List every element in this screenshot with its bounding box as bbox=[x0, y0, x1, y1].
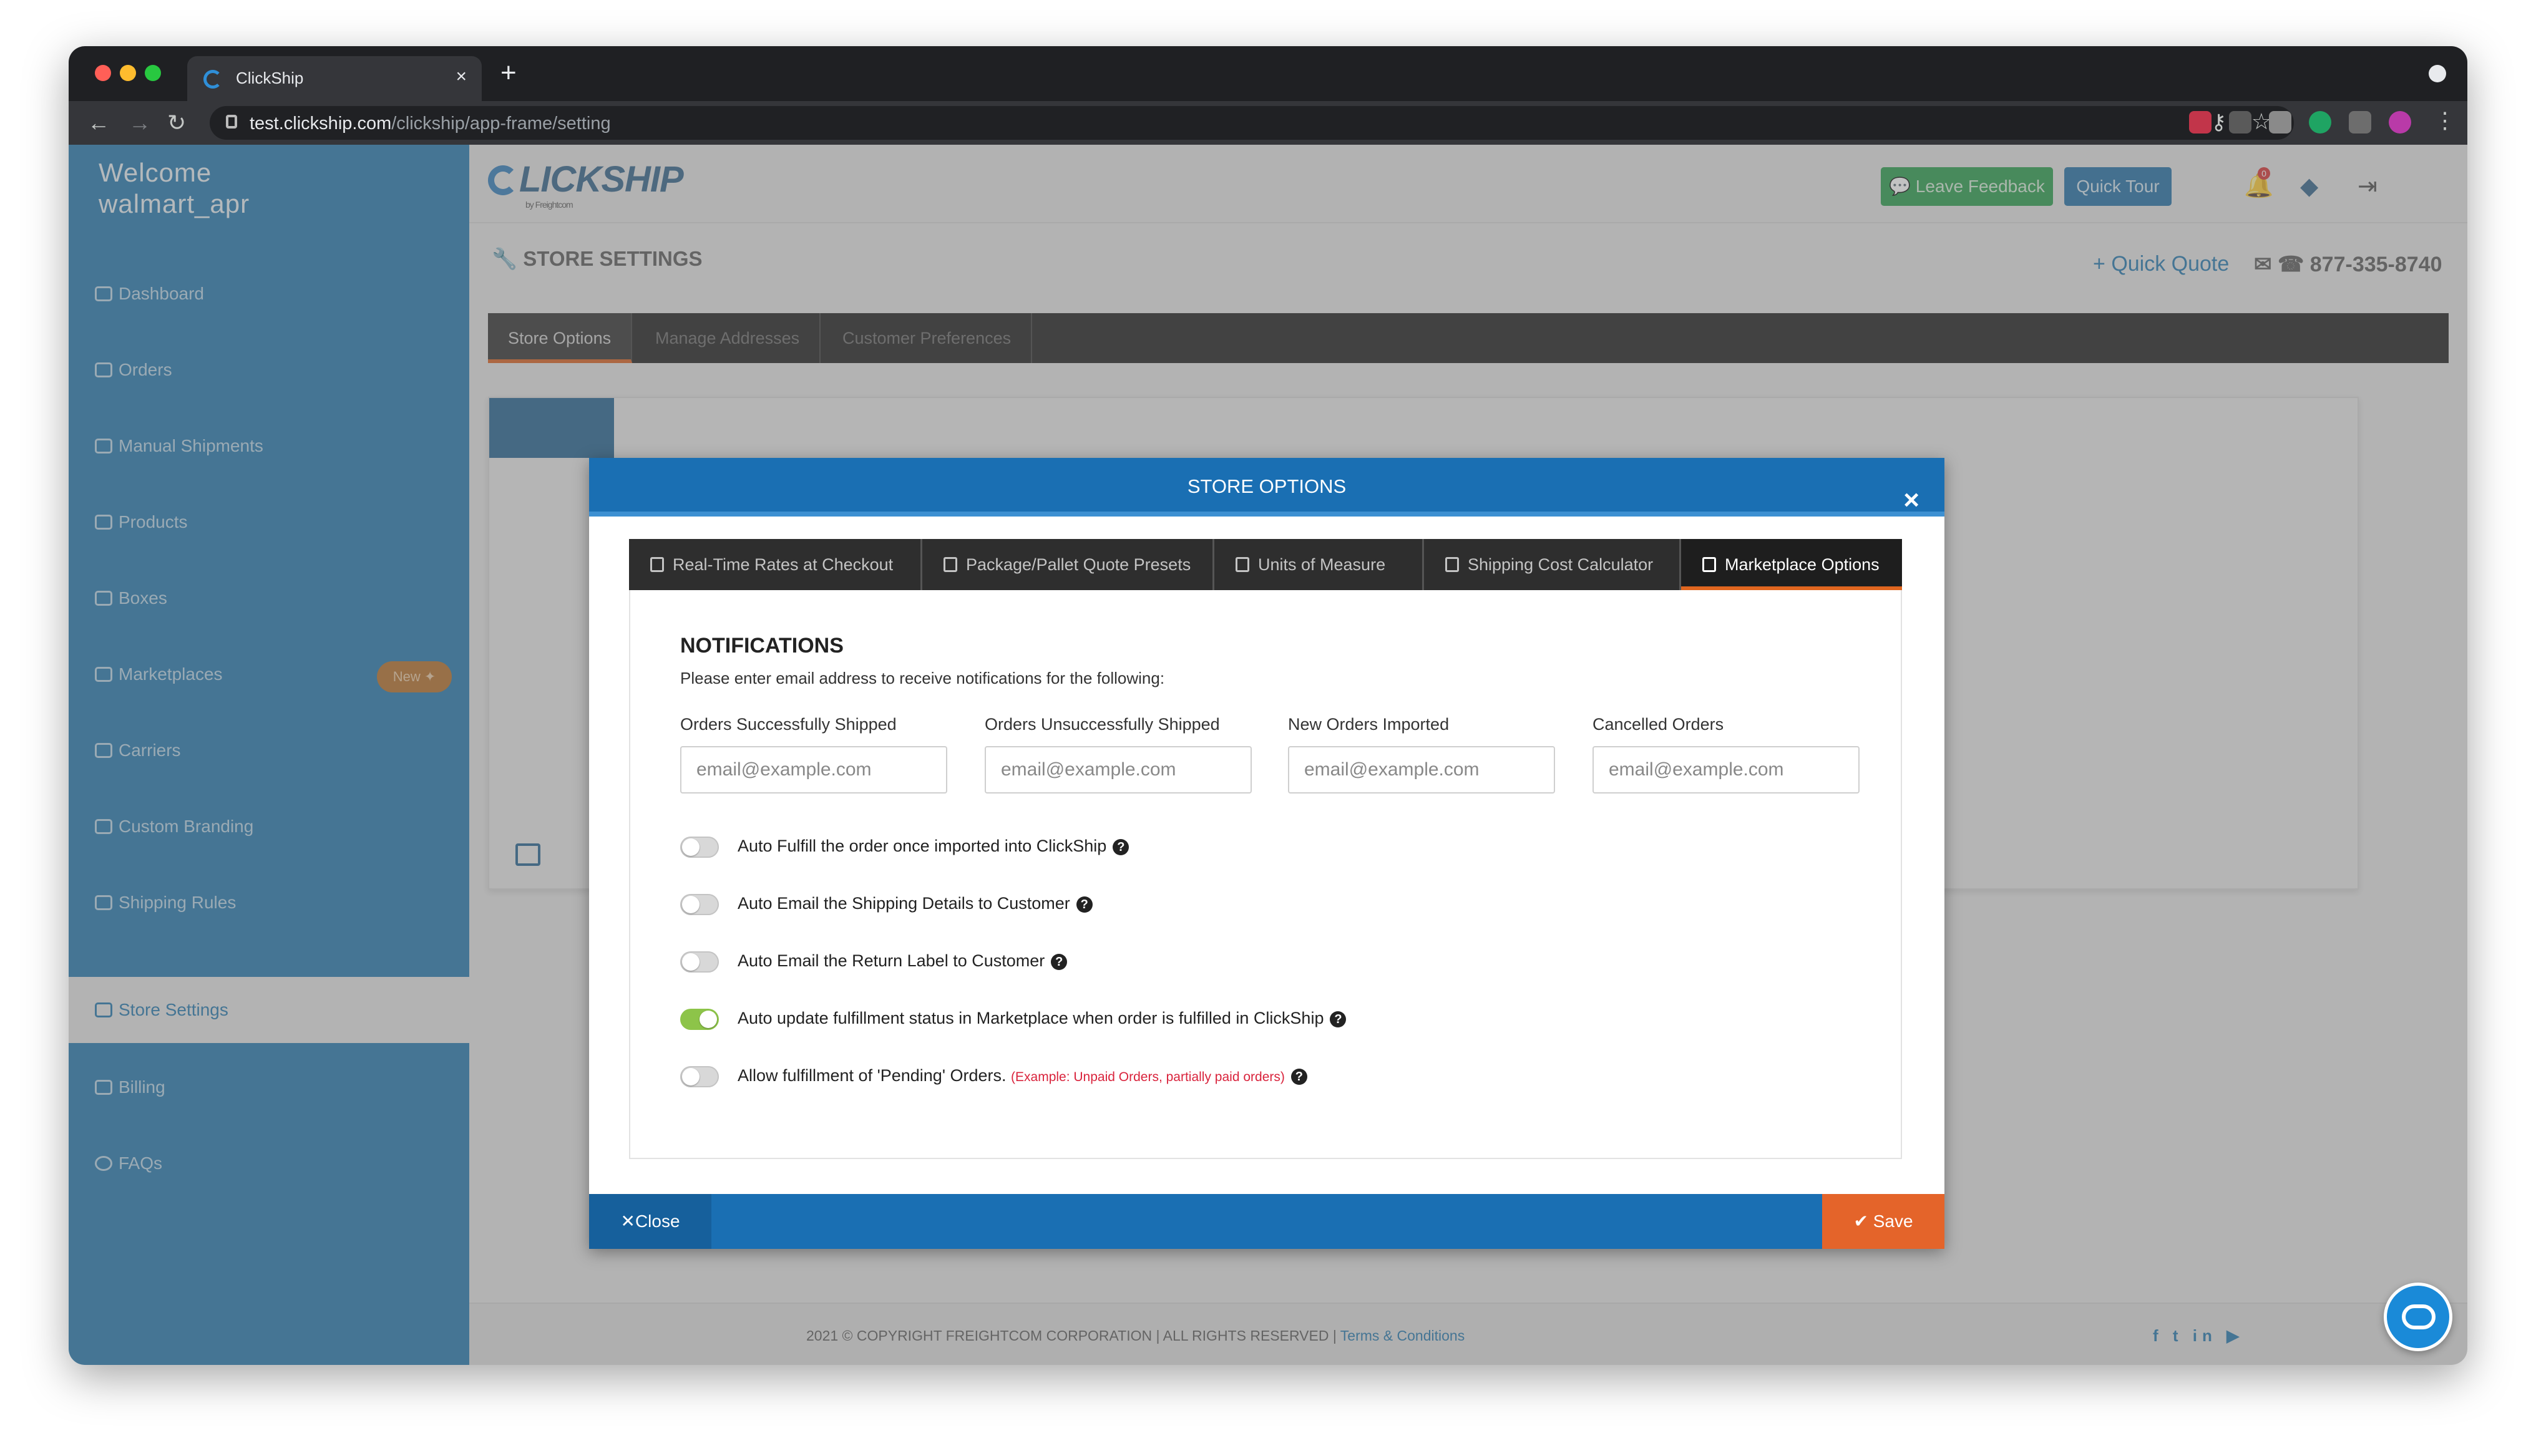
url-text: test.clickship.com/clickship/app-frame/s… bbox=[250, 114, 611, 134]
clickship-favicon-icon bbox=[203, 70, 222, 89]
store-options-modal: STORE OPTIONS × Real-Time Rates at Check… bbox=[589, 458, 1944, 1249]
browser-tab[interactable]: ClickShip × bbox=[187, 56, 482, 101]
tab-label: Marketplace Options bbox=[1725, 555, 1880, 574]
auto-fulfill-row: Auto Fulfill the order once imported int… bbox=[680, 833, 1129, 858]
tab-label: Real-Time Rates at Checkout bbox=[673, 555, 894, 574]
notifications-subtitle: Please enter email address to receive no… bbox=[680, 669, 1165, 687]
calculator-icon bbox=[1445, 557, 1459, 572]
toggle-label: Auto Email the Return Label to Customer bbox=[738, 951, 1045, 970]
profile-avatar-icon[interactable] bbox=[2389, 111, 2411, 133]
tab-shipping-cost-calculator[interactable]: Shipping Cost Calculator bbox=[1424, 539, 1681, 590]
help-icon[interactable]: ? bbox=[1290, 1068, 1307, 1085]
close-button[interactable]: ✕Close bbox=[589, 1194, 711, 1249]
allow-pending-toggle[interactable] bbox=[680, 1065, 719, 1087]
grammarly-extension-icon[interactable] bbox=[2309, 111, 2331, 133]
close-label: Close bbox=[635, 1211, 680, 1231]
tab-label: Package/Pallet Quote Presets bbox=[966, 555, 1191, 574]
pending-example-note: (Example: Unpaid Orders, partially paid … bbox=[1011, 1070, 1285, 1084]
document-icon bbox=[944, 557, 957, 572]
auto-email-return-row: Auto Email the Return Label to Customer? bbox=[680, 948, 1068, 973]
puzzle-extensions-icon[interactable] bbox=[2349, 111, 2371, 133]
save-label: Save bbox=[1873, 1211, 1913, 1231]
auto-update-status-toggle[interactable] bbox=[680, 1008, 719, 1030]
truck-icon bbox=[650, 557, 664, 572]
toggle-label: Auto Email the Shipping Details to Custo… bbox=[738, 894, 1070, 913]
tab-units-of-measure[interactable]: Units of Measure bbox=[1214, 539, 1424, 590]
modal-footer: ✕Close ✔ Save bbox=[589, 1194, 1944, 1249]
notifications-title: NOTIFICATIONS bbox=[680, 634, 844, 658]
document-icon bbox=[1702, 557, 1716, 572]
chat-bubble-button[interactable] bbox=[2384, 1283, 2452, 1351]
extension-icon[interactable] bbox=[2189, 111, 2212, 133]
tab-package-pallet-presets[interactable]: Package/Pallet Quote Presets bbox=[922, 539, 1214, 590]
marketplace-options-pane: NOTIFICATIONS Please enter email address… bbox=[629, 590, 1902, 1159]
url-domain: test.clickship.com bbox=[250, 114, 392, 133]
field-label-new-orders: New Orders Imported bbox=[1288, 715, 1450, 734]
help-icon[interactable]: ? bbox=[1113, 838, 1129, 855]
help-icon[interactable]: ? bbox=[1076, 896, 1093, 913]
tab-close-icon[interactable]: × bbox=[456, 66, 467, 87]
minimize-window-button[interactable] bbox=[120, 65, 136, 81]
field-label-orders-shipped: Orders Successfully Shipped bbox=[680, 715, 897, 734]
key-icon[interactable]: ⚷ bbox=[2211, 110, 2226, 135]
new-tab-button[interactable]: + bbox=[500, 57, 517, 89]
lock-icon bbox=[226, 115, 237, 129]
new-orders-email-field[interactable] bbox=[1288, 746, 1555, 794]
check-icon: ✔ bbox=[1853, 1211, 1873, 1231]
app-frame: Welcome walmart_apr Dashboard Orders Man… bbox=[69, 145, 2467, 1365]
help-icon[interactable]: ? bbox=[1051, 953, 1068, 970]
close-x-icon: ✕ bbox=[620, 1211, 635, 1231]
modal-close-icon[interactable]: × bbox=[1903, 472, 1919, 529]
profile-menu-icon[interactable] bbox=[2429, 65, 2446, 82]
field-label-orders-unshipped: Orders Unsuccessfully Shipped bbox=[985, 715, 1220, 734]
extension-icon[interactable] bbox=[2229, 111, 2251, 133]
forward-arrow-icon[interactable]: → bbox=[129, 110, 151, 136]
tab-real-time-rates[interactable]: Real-Time Rates at Checkout bbox=[629, 539, 922, 590]
orders-unshipped-email-field[interactable] bbox=[985, 746, 1252, 794]
more-menu-icon[interactable]: ⋮ bbox=[2434, 107, 2456, 133]
close-window-button[interactable] bbox=[95, 65, 111, 81]
tab-label: Units of Measure bbox=[1258, 555, 1386, 574]
back-arrow-icon[interactable]: ← bbox=[87, 110, 110, 136]
address-bar[interactable]: test.clickship.com/clickship/app-frame/s… bbox=[210, 106, 2294, 140]
browser-tab-title: ClickShip bbox=[236, 69, 304, 87]
modal-header: STORE OPTIONS × bbox=[589, 458, 1944, 517]
orders-shipped-email-field[interactable] bbox=[680, 746, 947, 794]
auto-email-shipping-row: Auto Email the Shipping Details to Custo… bbox=[680, 891, 1093, 916]
auto-email-shipping-toggle[interactable] bbox=[680, 893, 719, 915]
auto-update-status-row: Auto update fulfillment status in Market… bbox=[680, 1006, 1347, 1031]
tab-label: Shipping Cost Calculator bbox=[1468, 555, 1654, 574]
url-path: /clickship/app-frame/setting bbox=[391, 114, 611, 133]
help-icon[interactable]: ? bbox=[1330, 1011, 1347, 1027]
allow-pending-row: Allow fulfillment of 'Pending' Orders. (… bbox=[680, 1063, 1307, 1088]
camera-extension-icon[interactable] bbox=[2269, 111, 2291, 133]
field-label-cancelled-orders: Cancelled Orders bbox=[1592, 715, 1724, 734]
browser-toolbar: ← → ↻ test.clickship.com/clickship/app-f… bbox=[69, 101, 2467, 145]
chat-icon bbox=[2402, 1304, 2436, 1329]
modal-tabs: Real-Time Rates at Checkout Package/Pall… bbox=[629, 539, 1902, 590]
ruler-icon bbox=[1236, 557, 1249, 572]
reload-icon[interactable]: ↻ bbox=[167, 110, 186, 136]
modal-title: STORE OPTIONS bbox=[1187, 475, 1347, 497]
cancelled-orders-email-field[interactable] bbox=[1592, 746, 1860, 794]
toggle-label: Allow fulfillment of 'Pending' Orders. bbox=[738, 1066, 1007, 1085]
auto-email-return-toggle[interactable] bbox=[680, 951, 719, 973]
auto-fulfill-toggle[interactable] bbox=[680, 836, 719, 858]
browser-window: ClickShip × + ← → ↻ test.clickship.com/c… bbox=[69, 46, 2467, 1365]
tab-marketplace-options[interactable]: Marketplace Options bbox=[1681, 539, 1902, 590]
maximize-window-button[interactable] bbox=[145, 65, 161, 81]
toggle-label: Auto Fulfill the order once imported int… bbox=[738, 837, 1107, 855]
toggle-label: Auto update fulfillment status in Market… bbox=[738, 1009, 1324, 1027]
save-button[interactable]: ✔ Save bbox=[1822, 1194, 1944, 1249]
browser-titlebar: ClickShip × + bbox=[69, 46, 2467, 101]
